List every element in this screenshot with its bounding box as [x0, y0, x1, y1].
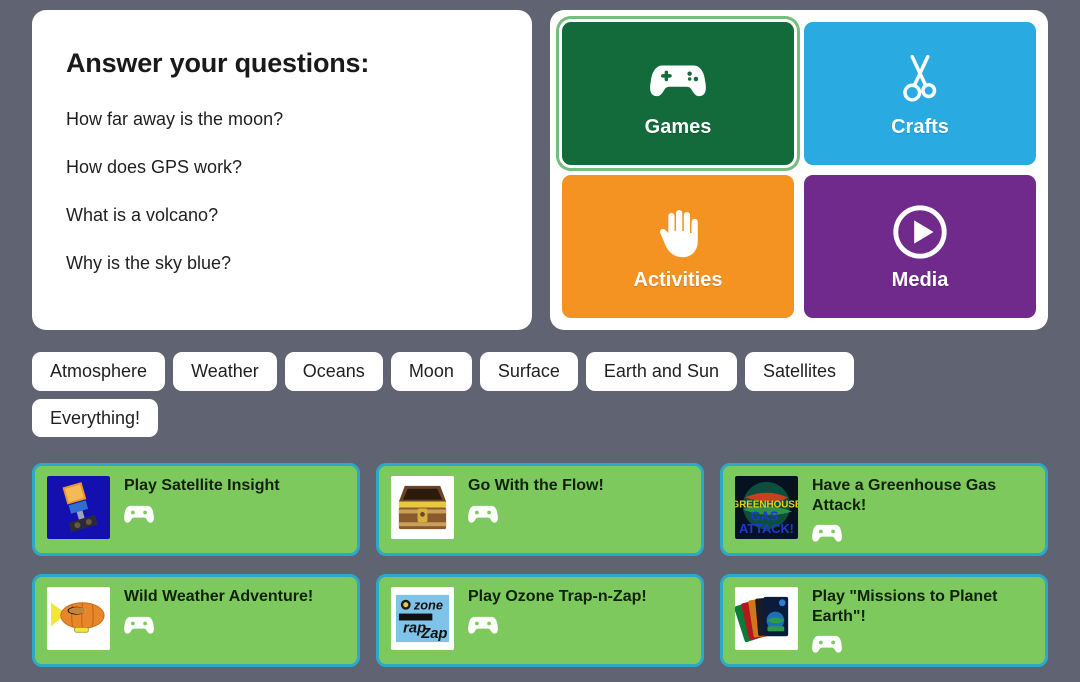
filter-chip-moon[interactable]: Moon [390, 352, 472, 391]
svg-text:zone: zone [413, 598, 443, 613]
gamepad-icon [124, 504, 154, 526]
card-title: Play Ozone Trap-n-Zap! [468, 588, 647, 606]
gamepad-icon [468, 615, 498, 637]
gamepad-icon [647, 48, 709, 110]
game-card[interactable]: Play Satellite Insight [32, 463, 360, 557]
question-item[interactable]: How far away is the moon? [66, 109, 498, 130]
card-title: Go With the Flow! [468, 477, 604, 495]
missions-thumb [735, 587, 798, 651]
greenhouse-thumb: GREENHOUSE GAS ATTACK! [735, 476, 798, 540]
filter-chip-satellites[interactable]: Satellites [744, 352, 855, 391]
chest-thumb [391, 476, 454, 540]
hand-icon [647, 201, 709, 263]
card-body: Play Satellite Insight [124, 476, 345, 543]
card-title: Play Satellite Insight [124, 477, 280, 495]
svg-text:Zap: Zap [420, 627, 447, 643]
card-body: Wild Weather Adventure! [124, 587, 345, 654]
filter-chip-list: Atmosphere Weather Oceans Moon Surface E… [0, 330, 1016, 438]
game-card-grid: Play Satellite Insight Go With the Flow!… [0, 437, 1080, 668]
satellite-thumb [47, 476, 110, 540]
game-card[interactable]: Go With the Flow! [376, 463, 704, 557]
top-section: Answer your questions: How far away is t… [0, 0, 1080, 330]
card-title: Wild Weather Adventure! [124, 588, 314, 606]
question-item[interactable]: What is a volcano? [66, 205, 498, 226]
card-body: Play "Missions to Planet Earth"! [812, 587, 1033, 654]
game-card[interactable]: Play "Missions to Planet Earth"! [720, 574, 1048, 668]
questions-panel: Answer your questions: How far away is t… [32, 10, 532, 330]
play-circle-icon [889, 201, 951, 263]
filter-chip-earth-and-sun[interactable]: Earth and Sun [585, 352, 737, 391]
blimp-thumb [47, 587, 110, 651]
card-body: Play Ozone Trap-n-Zap! [468, 587, 689, 654]
scissors-icon [889, 48, 951, 110]
card-title: Play "Missions to Planet Earth"! [812, 588, 998, 625]
game-card[interactable]: zone rap Zap Play Ozone Trap-n-Zap! [376, 574, 704, 668]
tile-label: Activities [633, 269, 723, 291]
gamepad-icon [812, 523, 842, 545]
question-item[interactable]: How does GPS work? [66, 157, 498, 178]
category-tiles-panel: Games Crafts Activities Media [550, 10, 1048, 330]
tile-games[interactable]: Games [562, 22, 794, 165]
svg-text:ATTACK!: ATTACK! [739, 521, 794, 536]
filter-chip-surface[interactable]: Surface [479, 352, 578, 391]
card-title: Have a Greenhouse Gas Attack! [812, 477, 997, 514]
gamepad-icon [124, 615, 154, 637]
card-body: Have a Greenhouse Gas Attack! [812, 476, 1033, 543]
tile-label: Games [644, 116, 712, 138]
tile-activities[interactable]: Activities [562, 175, 794, 318]
filter-chip-oceans[interactable]: Oceans [284, 352, 383, 391]
game-card[interactable]: GREENHOUSE GAS ATTACK! Have a Greenhouse G… [720, 463, 1048, 557]
tile-label: Crafts [891, 116, 949, 138]
question-item[interactable]: Why is the sky blue? [66, 253, 498, 274]
game-card[interactable]: Wild Weather Adventure! [32, 574, 360, 668]
filter-chip-atmosphere[interactable]: Atmosphere [32, 352, 166, 391]
card-body: Go With the Flow! [468, 476, 689, 543]
filter-chip-weather[interactable]: Weather [173, 352, 277, 391]
tile-crafts[interactable]: Crafts [804, 22, 1036, 165]
page-root: Answer your questions: How far away is t… [0, 0, 1080, 682]
gamepad-icon [468, 504, 498, 526]
tile-label: Media [891, 269, 949, 291]
page-title: Answer your questions: [66, 48, 370, 78]
ozone-thumb: zone rap Zap [391, 587, 454, 651]
tile-media[interactable]: Media [804, 175, 1036, 318]
filter-chip-everything[interactable]: Everything! [32, 398, 159, 438]
gamepad-icon [812, 634, 842, 656]
